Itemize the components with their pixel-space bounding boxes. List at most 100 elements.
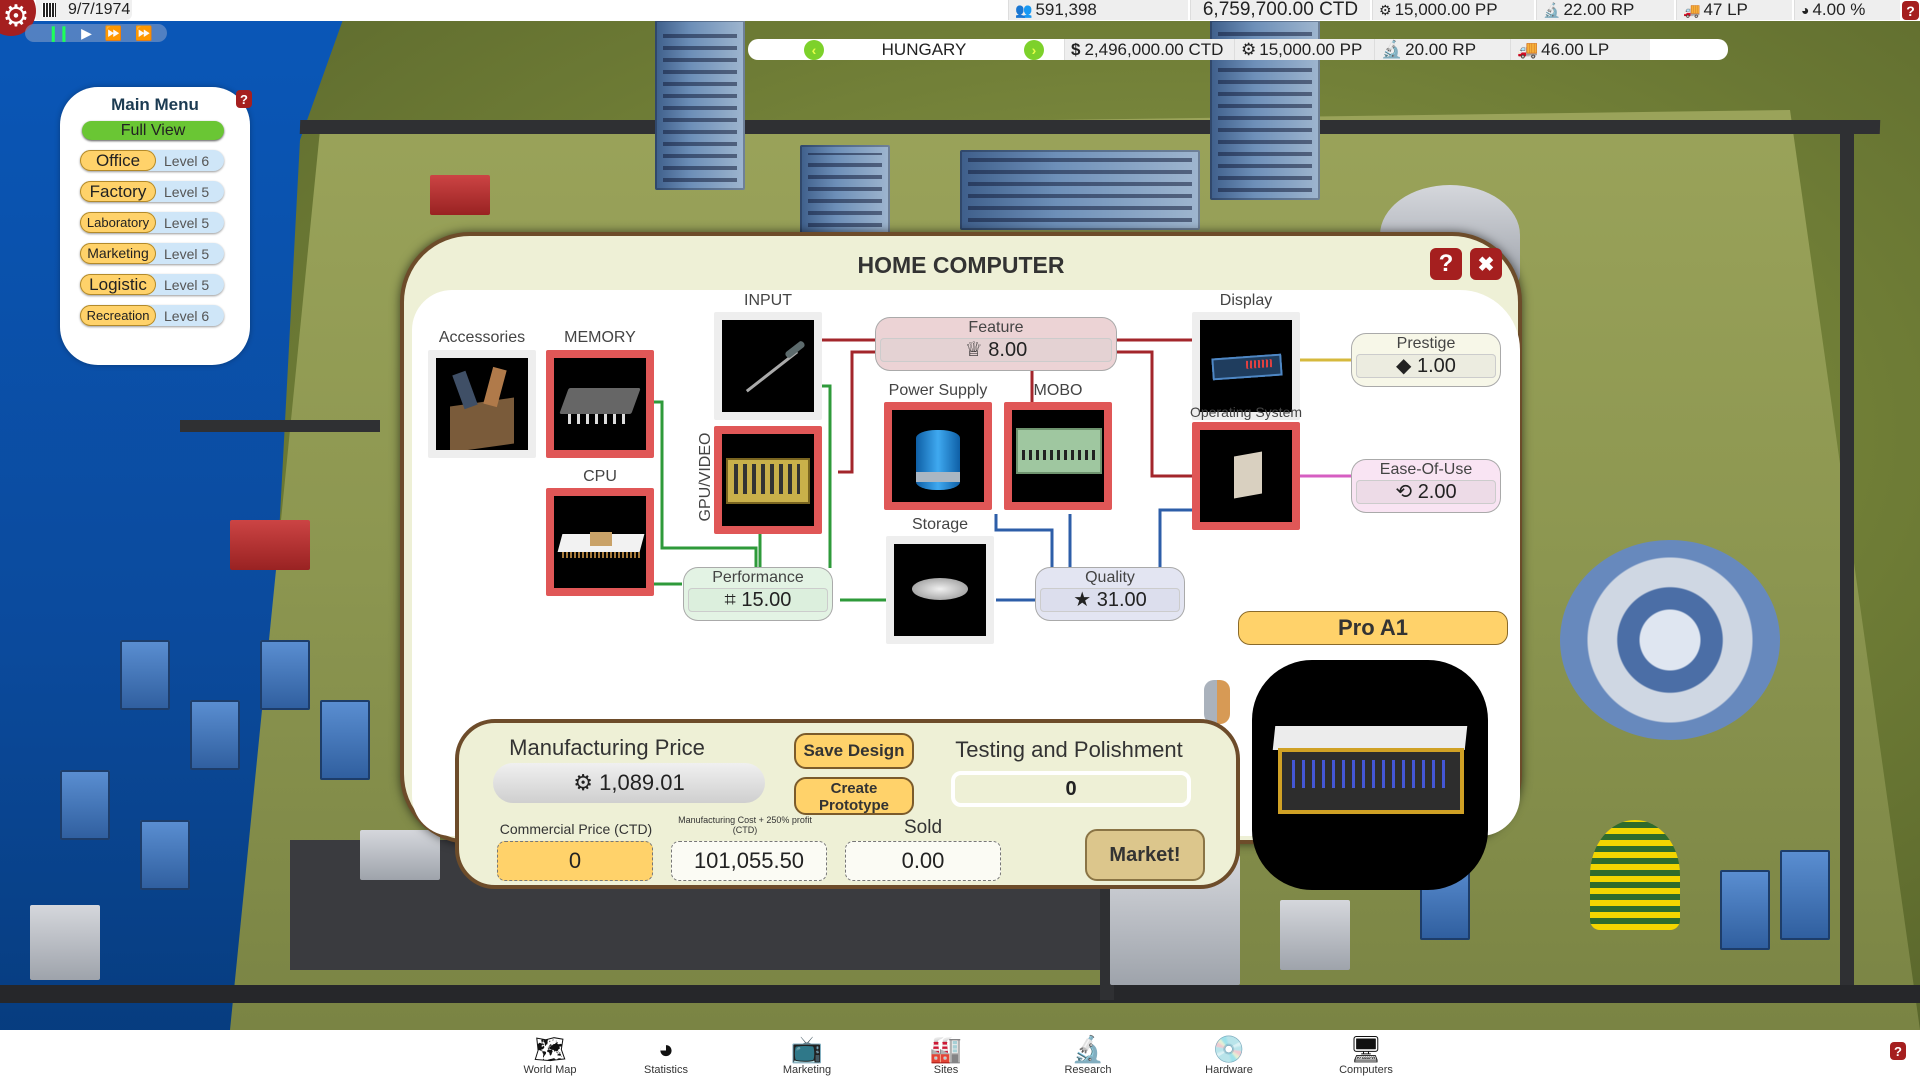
os-slot[interactable]	[1192, 422, 1300, 530]
road	[180, 420, 380, 432]
dialog-help-button[interactable]: ?	[1430, 248, 1462, 280]
input-label: INPUT	[744, 292, 792, 309]
line-psu-quality	[994, 514, 1054, 570]
bottom-nav: 🗺 World Map ◕ Statistics 📺 Marketing 🏭 Sites…	[0, 1030, 1920, 1080]
building	[960, 150, 1200, 230]
rp-value: 22.00 RP	[1563, 0, 1635, 19]
nav-world-map[interactable]: 🗺 World Map	[500, 1034, 600, 1076]
gpu-slot[interactable]	[714, 426, 822, 534]
money-value: 6,759,700.00 CTD	[1202, 0, 1359, 20]
power-supply-slot[interactable]	[884, 402, 992, 510]
accessories-slot[interactable]	[428, 350, 536, 458]
fastest-forward-icon[interactable]: ⏩	[135, 25, 152, 42]
help-button[interactable]: ?	[1902, 1, 1919, 20]
gpu-board-image	[722, 434, 814, 526]
pause-icon[interactable]: ❙❙	[47, 24, 70, 42]
microscope-icon: 🔬	[1543, 1, 1561, 18]
cost-profit-label: Manufacturing Cost + 250% profit (CTD)	[678, 815, 812, 835]
memory-slot[interactable]	[546, 350, 654, 458]
calendar-icon	[42, 3, 56, 17]
prev-country-button[interactable]: ‹	[804, 39, 824, 60]
ease-of-use-value: 2.00	[1417, 481, 1457, 503]
menu-item-logistic[interactable]: Logistic Level 5	[80, 274, 224, 295]
mobo-slot[interactable]	[1004, 402, 1112, 510]
dialog-close-button[interactable]: ✖	[1470, 248, 1502, 280]
cost-profit-value: 101,055.50	[693, 848, 805, 873]
next-country-button[interactable]: ›	[1024, 39, 1044, 60]
building	[1280, 900, 1350, 970]
input-slot[interactable]	[714, 312, 822, 420]
dialog-title: HOME COMPUTER	[857, 252, 1065, 278]
fast-forward-icon[interactable]: ⏩	[105, 25, 122, 42]
cost-profit-display: 101,055.50	[671, 841, 827, 881]
display-label: Display	[1219, 292, 1273, 309]
create-prototype-button[interactable]: Create Prototype	[794, 777, 914, 815]
menu-item-name: Logistic	[80, 274, 156, 295]
nav-research[interactable]: 🔬 Research	[1038, 1034, 1138, 1076]
memory-label: MEMORY	[564, 329, 636, 346]
menu-item-marketing[interactable]: Marketing Level 5	[80, 243, 224, 264]
storage-slot[interactable]	[886, 536, 994, 644]
full-view-button[interactable]: Full View	[82, 121, 224, 140]
line-os-feature	[1116, 350, 1194, 478]
disk-image	[894, 544, 986, 636]
factory-icon: 🏭	[929, 1034, 963, 1064]
testing-value-field[interactable]: 0	[951, 771, 1191, 807]
menu-item-factory[interactable]: Factory Level 5	[80, 181, 224, 202]
menu-item-recreation[interactable]: Recreation Level 6	[80, 305, 224, 326]
nav-label: Research	[1064, 1064, 1112, 1076]
clock-replay-icon: ⟲	[1395, 481, 1413, 503]
manual-book-image	[1200, 430, 1292, 522]
menu-item-name: Marketing	[80, 243, 156, 264]
country-pp: ⚙ 15,000.00 PP	[1234, 39, 1374, 60]
building	[140, 820, 190, 890]
computer-preview	[1252, 660, 1488, 890]
os-label: Operating System	[1189, 404, 1303, 420]
line-os-quality	[1158, 508, 1194, 570]
market-button[interactable]: Market!	[1085, 829, 1205, 881]
country-bar: ‹ HUNGARY › $2,496,000.00 CTD ⚙ 15,000.00…	[748, 39, 1728, 60]
building	[320, 700, 370, 780]
cpu-slot[interactable]	[546, 488, 654, 596]
road	[299, 120, 1881, 134]
pie-chart-icon: ◕	[658, 1034, 674, 1064]
nav-help-button[interactable]: ?	[1890, 1042, 1906, 1060]
nav-hardware[interactable]: 💿 Hardware	[1179, 1034, 1279, 1076]
road	[0, 985, 1920, 1003]
main-menu-help-button[interactable]: ?	[236, 90, 252, 108]
sold-label: Sold	[903, 817, 943, 838]
nav-computers[interactable]: 🖥 Computers	[1316, 1034, 1416, 1076]
commercial-price-input[interactable]: 0	[497, 841, 653, 881]
people-icon: 👥	[1015, 1, 1033, 18]
menu-item-name: Office	[80, 150, 156, 171]
building	[260, 640, 310, 710]
main-menu-title: Main Menu	[111, 95, 199, 114]
testing-value: 0	[1065, 778, 1077, 800]
memory-chip-image	[554, 358, 646, 450]
quality-value-box: ★ 31.00	[1040, 588, 1180, 612]
quality-label: Quality	[1085, 569, 1135, 586]
nav-sites[interactable]: 🏭 Sites	[896, 1034, 996, 1076]
save-design-button[interactable]: Save Design	[794, 733, 914, 769]
gpu-label: GPU/VIDEO	[697, 432, 714, 522]
nav-statistics[interactable]: ◕ Statistics	[616, 1034, 716, 1076]
prestige-value: 1.00	[1417, 355, 1456, 377]
rp-stat: 🔬 22.00 RP	[1536, 0, 1674, 20]
accessories-image	[436, 358, 528, 450]
building	[1590, 820, 1680, 930]
screwdriver-image	[722, 320, 814, 412]
mfg-price-label: Manufacturing Price	[509, 735, 705, 760]
play-icon[interactable]: ▶	[81, 25, 92, 42]
building	[1560, 540, 1780, 740]
mouse-hand-icon	[1204, 680, 1230, 724]
menu-item-office[interactable]: Office Level 6	[80, 150, 224, 171]
building	[1720, 870, 1770, 950]
nav-marketing[interactable]: 📺 Marketing	[757, 1034, 857, 1076]
menu-item-laboratory[interactable]: Laboratory Level 5	[80, 212, 224, 233]
population-stat: 👥 591,398	[1008, 0, 1188, 20]
power-supply-label: Power Supply	[888, 382, 988, 399]
menu-item-level: Level 5	[164, 215, 210, 231]
feature-icon: ♕	[964, 339, 983, 361]
ease-of-use-metric: Ease-Of-Use ⟲ 2.00	[1352, 460, 1500, 512]
model-name[interactable]: Pro A1	[1238, 611, 1508, 645]
